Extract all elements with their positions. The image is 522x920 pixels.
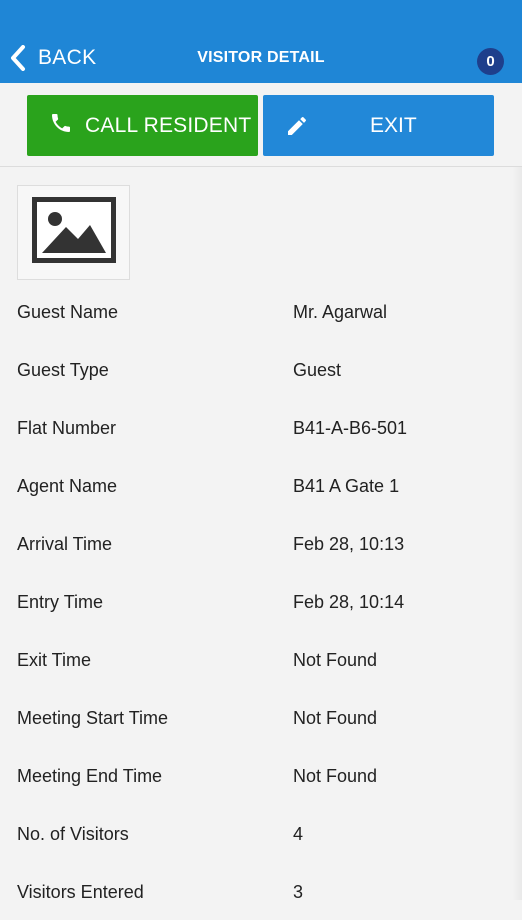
phone-icon: [49, 111, 73, 141]
detail-row-exit-time: Exit Time Not Found: [0, 630, 522, 688]
pencil-icon: [285, 114, 309, 144]
detail-label: Guest Type: [17, 360, 109, 380]
detail-row-guest-type: Guest Type Guest: [0, 340, 522, 398]
detail-value: 4: [293, 824, 304, 844]
detail-value: B41 A Gate 1: [293, 476, 400, 496]
detail-label: Agent Name: [17, 476, 118, 496]
app-header: BACK VISITOR DETAIL 0: [0, 0, 522, 83]
detail-row-flat-number: Flat Number B41-A-B6-501: [0, 398, 522, 456]
visitor-photo[interactable]: [17, 185, 130, 280]
notification-count-badge[interactable]: 0: [477, 48, 504, 75]
page-title: VISITOR DETAIL: [197, 49, 325, 66]
detail-label: Arrival Time: [17, 534, 113, 554]
visitor-details-list: Guest Name Mr. Agarwal Guest Type Guest …: [0, 282, 522, 920]
detail-value: Not Found: [293, 708, 378, 728]
detail-label: Meeting End Time: [17, 766, 163, 786]
exit-button[interactable]: EXIT: [263, 95, 494, 156]
detail-row-arrival-time: Arrival Time Feb 28, 10:13: [0, 514, 522, 572]
detail-row-entry-time: Entry Time Feb 28, 10:14: [0, 572, 522, 630]
detail-row-guest-name: Guest Name Mr. Agarwal: [0, 282, 522, 340]
detail-value: Mr. Agarwal: [293, 302, 388, 322]
action-bar: CALL RESIDENT EXIT: [0, 83, 522, 167]
exit-label: EXIT: [370, 114, 417, 137]
scroll-edge-shadow: [512, 167, 522, 900]
detail-value: Feb 28, 10:13: [293, 534, 405, 554]
detail-label: Exit Time: [17, 650, 92, 670]
detail-value: B41-A-B6-501: [293, 418, 408, 438]
detail-label: Meeting Start Time: [17, 708, 169, 728]
call-resident-label: CALL RESIDENT: [85, 113, 252, 137]
call-resident-button[interactable]: CALL RESIDENT: [27, 95, 258, 156]
detail-label: Flat Number: [17, 418, 117, 438]
detail-value: Guest: [293, 360, 342, 380]
detail-value: Not Found: [293, 766, 378, 786]
image-placeholder-icon: [31, 197, 116, 268]
detail-row-visitors-entered: Visitors Entered 3: [0, 862, 522, 920]
detail-value: Not Found: [293, 650, 378, 670]
detail-row-meeting-end-time: Meeting End Time Not Found: [0, 746, 522, 804]
detail-value: Feb 28, 10:14: [293, 592, 405, 612]
detail-row-agent-name: Agent Name B41 A Gate 1: [0, 456, 522, 514]
detail-row-no-of-visitors: No. of Visitors 4: [0, 804, 522, 862]
detail-row-meeting-start-time: Meeting Start Time Not Found: [0, 688, 522, 746]
detail-label: No. of Visitors: [17, 824, 129, 844]
detail-label: Entry Time: [17, 592, 104, 612]
detail-label: Guest Name: [17, 302, 119, 322]
